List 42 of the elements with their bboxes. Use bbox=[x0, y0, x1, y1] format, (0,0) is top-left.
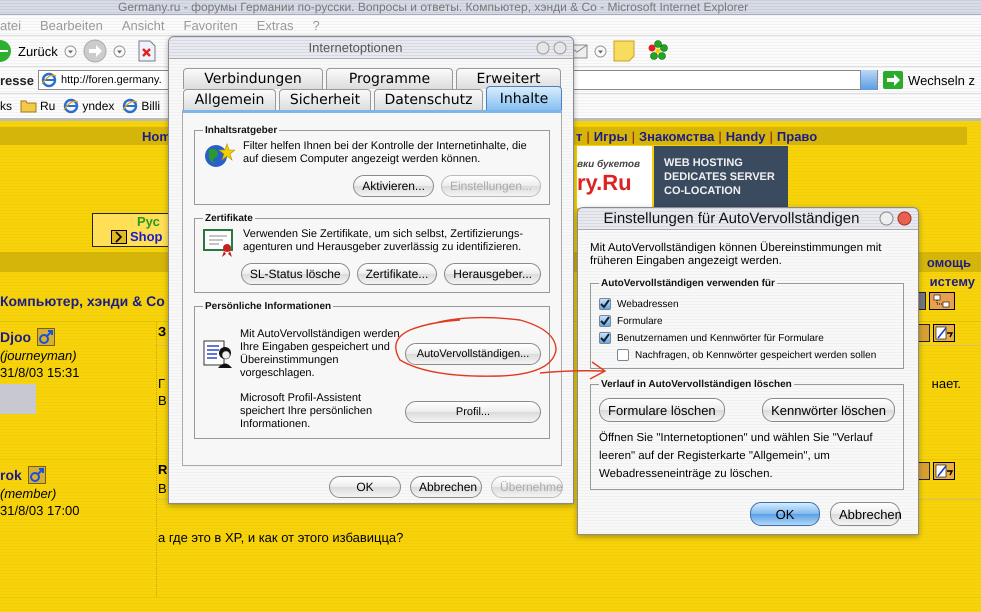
description-text: Öffnen Sie "Internetoptionen" und wählen Sie "Verlauf leeren" auf der Registerkarte "Allgemein", um Webadresseneinträge zu löschen. bbox=[599, 432, 873, 480]
group-label: Verlauf in AutoVervollständigen löschen bbox=[600, 379, 793, 390]
group-label: AutoVervollständigen verwenden für bbox=[600, 278, 776, 289]
nav-separator: | bbox=[770, 128, 773, 144]
checkbox-label: Benutzernamen und Kennwörter für Formulare bbox=[617, 332, 824, 344]
post-text: а где это в XP, и как от этого избавицца? bbox=[158, 530, 404, 545]
nav-separator: | bbox=[632, 128, 635, 144]
window-title: Germany.ru - форумы Германии по-русски. Вопросы и ответы. Компьютер, хэнди & Co - Microsoft Internet Explorer bbox=[118, 0, 748, 14]
description-text: Mit AutoVervollständigen werden Ihre Eingaben gespeichert und Übereinstimmungen vorgeschlagen. bbox=[240, 328, 400, 380]
group-label: Zertifikate bbox=[204, 213, 254, 224]
forum-title: Компьютер, хэнди & Co bbox=[0, 293, 165, 309]
ad-text: CO-LOCATION bbox=[664, 185, 742, 197]
group-label: Inhaltsratgeber bbox=[204, 125, 278, 136]
links-label: ks bbox=[0, 99, 12, 113]
post-text: R bbox=[158, 462, 168, 477]
ad-text: WEB HOSTING bbox=[664, 157, 744, 169]
post-text: нает. bbox=[932, 376, 961, 391]
description-text: Filter helfen Ihnen bei der Kontrolle der Internetinhalte, die auf diesem Computer angezeigt werden können. bbox=[243, 140, 528, 166]
ad-logo-text: ry.Ru bbox=[577, 170, 633, 196]
description-text: Mit AutoVervollständigen können Übereinstimmungen mit früheren Eingaben angezeigt werden. bbox=[590, 242, 882, 268]
description-text: Microsoft Profil-Assistent speichert Ihre persönlichen Informationen. bbox=[240, 392, 374, 431]
checkbox-label: Webadressen bbox=[617, 298, 679, 310]
post-date: 31/8/03 15:31 bbox=[0, 365, 81, 380]
post-date: 31/8/03 17:00 bbox=[0, 503, 81, 518]
ad-text: вки букетов bbox=[577, 158, 642, 170]
post-text: З bbox=[158, 324, 166, 339]
post-text: Г bbox=[158, 376, 166, 391]
user-rank: (journeyman) bbox=[0, 348, 78, 363]
group-label: Persönliche Informationen bbox=[204, 301, 332, 312]
dialog-title: Internetoptionen bbox=[308, 40, 404, 55]
user-rank: (member) bbox=[0, 486, 58, 501]
post-text: В bbox=[158, 481, 167, 496]
ad-text: DEDICATES SERVER bbox=[664, 171, 776, 183]
nav-separator: | bbox=[586, 128, 590, 144]
shop-title: Рус bbox=[137, 214, 160, 229]
dialog-title: Einstellungen für AutoVervollständigen bbox=[602, 210, 860, 227]
checkbox-label: Nachfragen, ob Kennwörter gespeichert werden sollen bbox=[635, 350, 876, 360]
address-label: resse bbox=[0, 72, 34, 88]
post-text: В bbox=[158, 393, 167, 408]
nav-separator: | bbox=[718, 128, 722, 144]
checkbox-label: Formulare bbox=[617, 316, 663, 326]
description-text: Verwenden Sie Zertifikate, um sich selbst, Zertifizierungs-agenturen und Herausgeber zuverlässig zu identifizieren. bbox=[243, 228, 524, 254]
